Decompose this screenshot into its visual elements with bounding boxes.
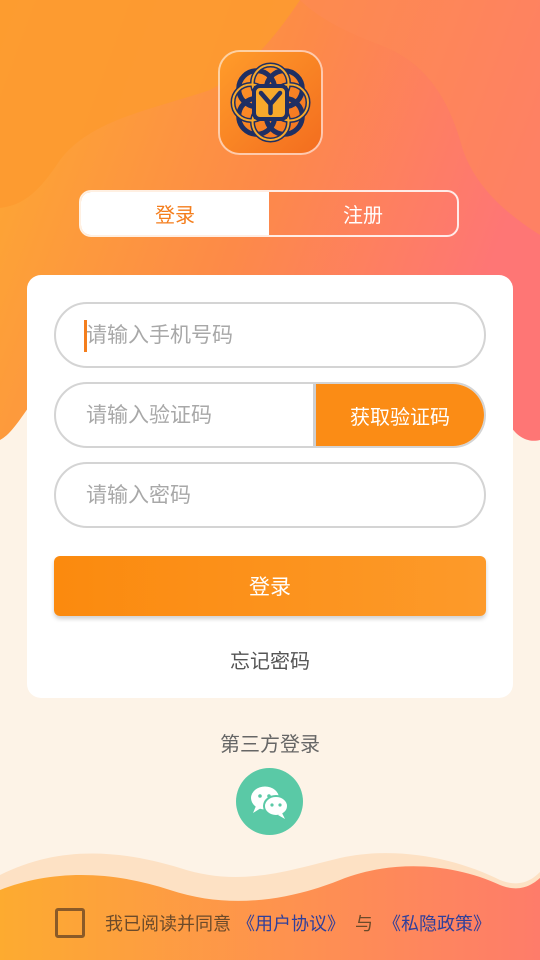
app-logo: [220, 52, 321, 153]
login-button[interactable]: 登录: [54, 556, 486, 616]
flower-y-logo-icon: [230, 62, 311, 143]
code-field: 获取验证码: [54, 382, 486, 448]
forgot-password-link[interactable]: 忘记密码: [27, 645, 513, 674]
phone-field: [54, 302, 486, 368]
password-input[interactable]: [56, 464, 484, 526]
login-card: 获取验证码 登录 忘记密码: [27, 275, 513, 698]
agreement-prefix: 我已阅读并同意: [105, 914, 231, 935]
text-cursor: [84, 320, 87, 352]
auth-tabs: 登录 注册: [79, 190, 459, 237]
tab-register[interactable]: 注册: [269, 192, 457, 235]
wechat-icon: [251, 786, 289, 819]
tab-login[interactable]: 登录: [81, 192, 269, 235]
agreement-row: 我已阅读并同意 《用户协议》 与 《私隐政策》: [55, 908, 491, 938]
verification-code-input[interactable]: [56, 384, 313, 446]
password-field: [54, 462, 486, 528]
wechat-login-button[interactable]: [236, 768, 303, 835]
get-code-button[interactable]: 获取验证码: [313, 384, 484, 446]
agreement-checkbox[interactable]: [55, 908, 85, 938]
third-party-title: 第三方登录: [220, 732, 320, 756]
user-agreement-link[interactable]: 《用户协议》: [237, 910, 345, 936]
agreement-and: 与: [355, 914, 373, 935]
phone-input[interactable]: [56, 304, 484, 366]
privacy-policy-link[interactable]: 《私隐政策》: [383, 910, 491, 936]
